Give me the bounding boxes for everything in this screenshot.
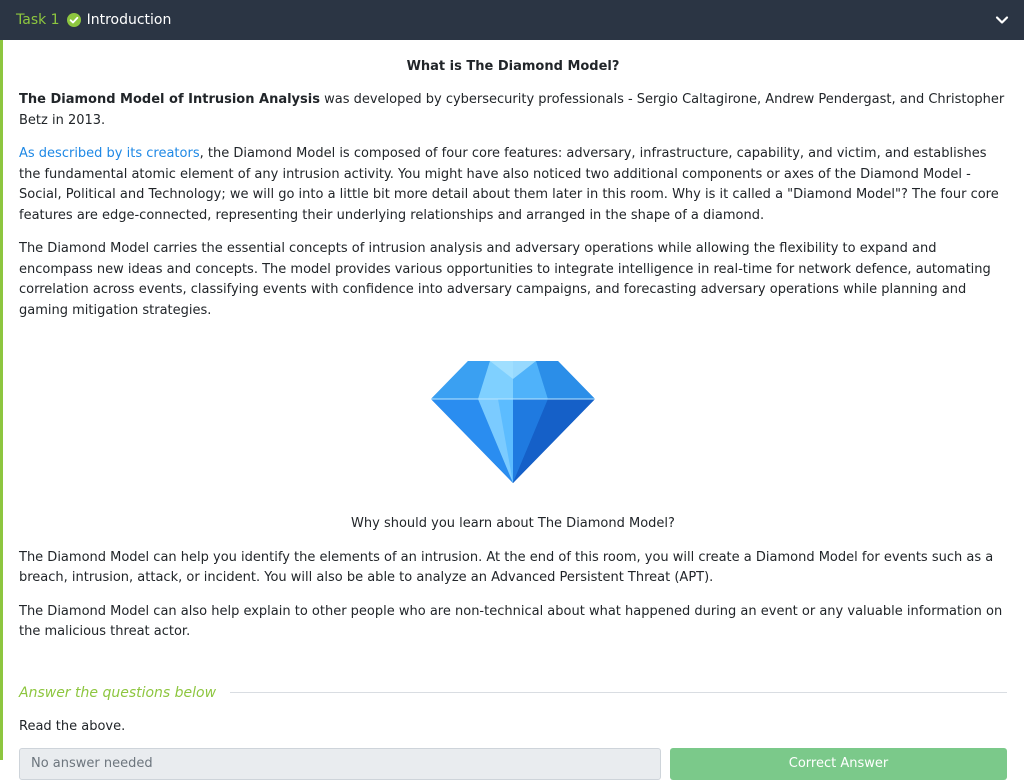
correct-answer-button[interactable]: Correct Answer xyxy=(670,747,1007,780)
model-name-bold: The Diamond Model of Intrusion Analysis xyxy=(19,92,320,107)
paragraph-intro: The Diamond Model of Intrusion Analysis … xyxy=(19,90,1007,131)
section-subheading: Why should you learn about The Diamond M… xyxy=(351,516,675,531)
chevron-down-icon[interactable] xyxy=(994,12,1010,28)
answer-input[interactable] xyxy=(19,747,661,780)
answers-section-title: Answer the questions below xyxy=(19,684,217,701)
diamond-gem-icon xyxy=(431,361,595,483)
task-header[interactable]: Task 1 Introduction xyxy=(0,0,1024,40)
creators-link[interactable]: As described by its creators xyxy=(19,146,200,161)
divider xyxy=(230,692,1007,694)
paragraph-identify: The Diamond Model can help you identify … xyxy=(19,549,994,586)
answers-section-header: Answer the questions below xyxy=(19,683,1007,704)
paragraph-core-features: As described by its creators, the Diamon… xyxy=(19,144,1007,226)
question-text: Read the above. xyxy=(19,719,126,734)
section-heading: What is The Diamond Model? xyxy=(406,59,620,74)
check-circle-icon xyxy=(66,13,81,27)
task-title: Introduction xyxy=(86,12,172,28)
paragraph-concepts: The Diamond Model carries the essential … xyxy=(19,241,991,318)
task-number-label: Task 1 xyxy=(16,12,60,28)
diamond-image xyxy=(19,357,1007,487)
paragraph-explain: The Diamond Model can also help explain … xyxy=(19,603,1003,640)
task-content: What is The Diamond Model? The Diamond M… xyxy=(0,40,1024,780)
answer-row: Correct Answer xyxy=(19,747,1007,780)
